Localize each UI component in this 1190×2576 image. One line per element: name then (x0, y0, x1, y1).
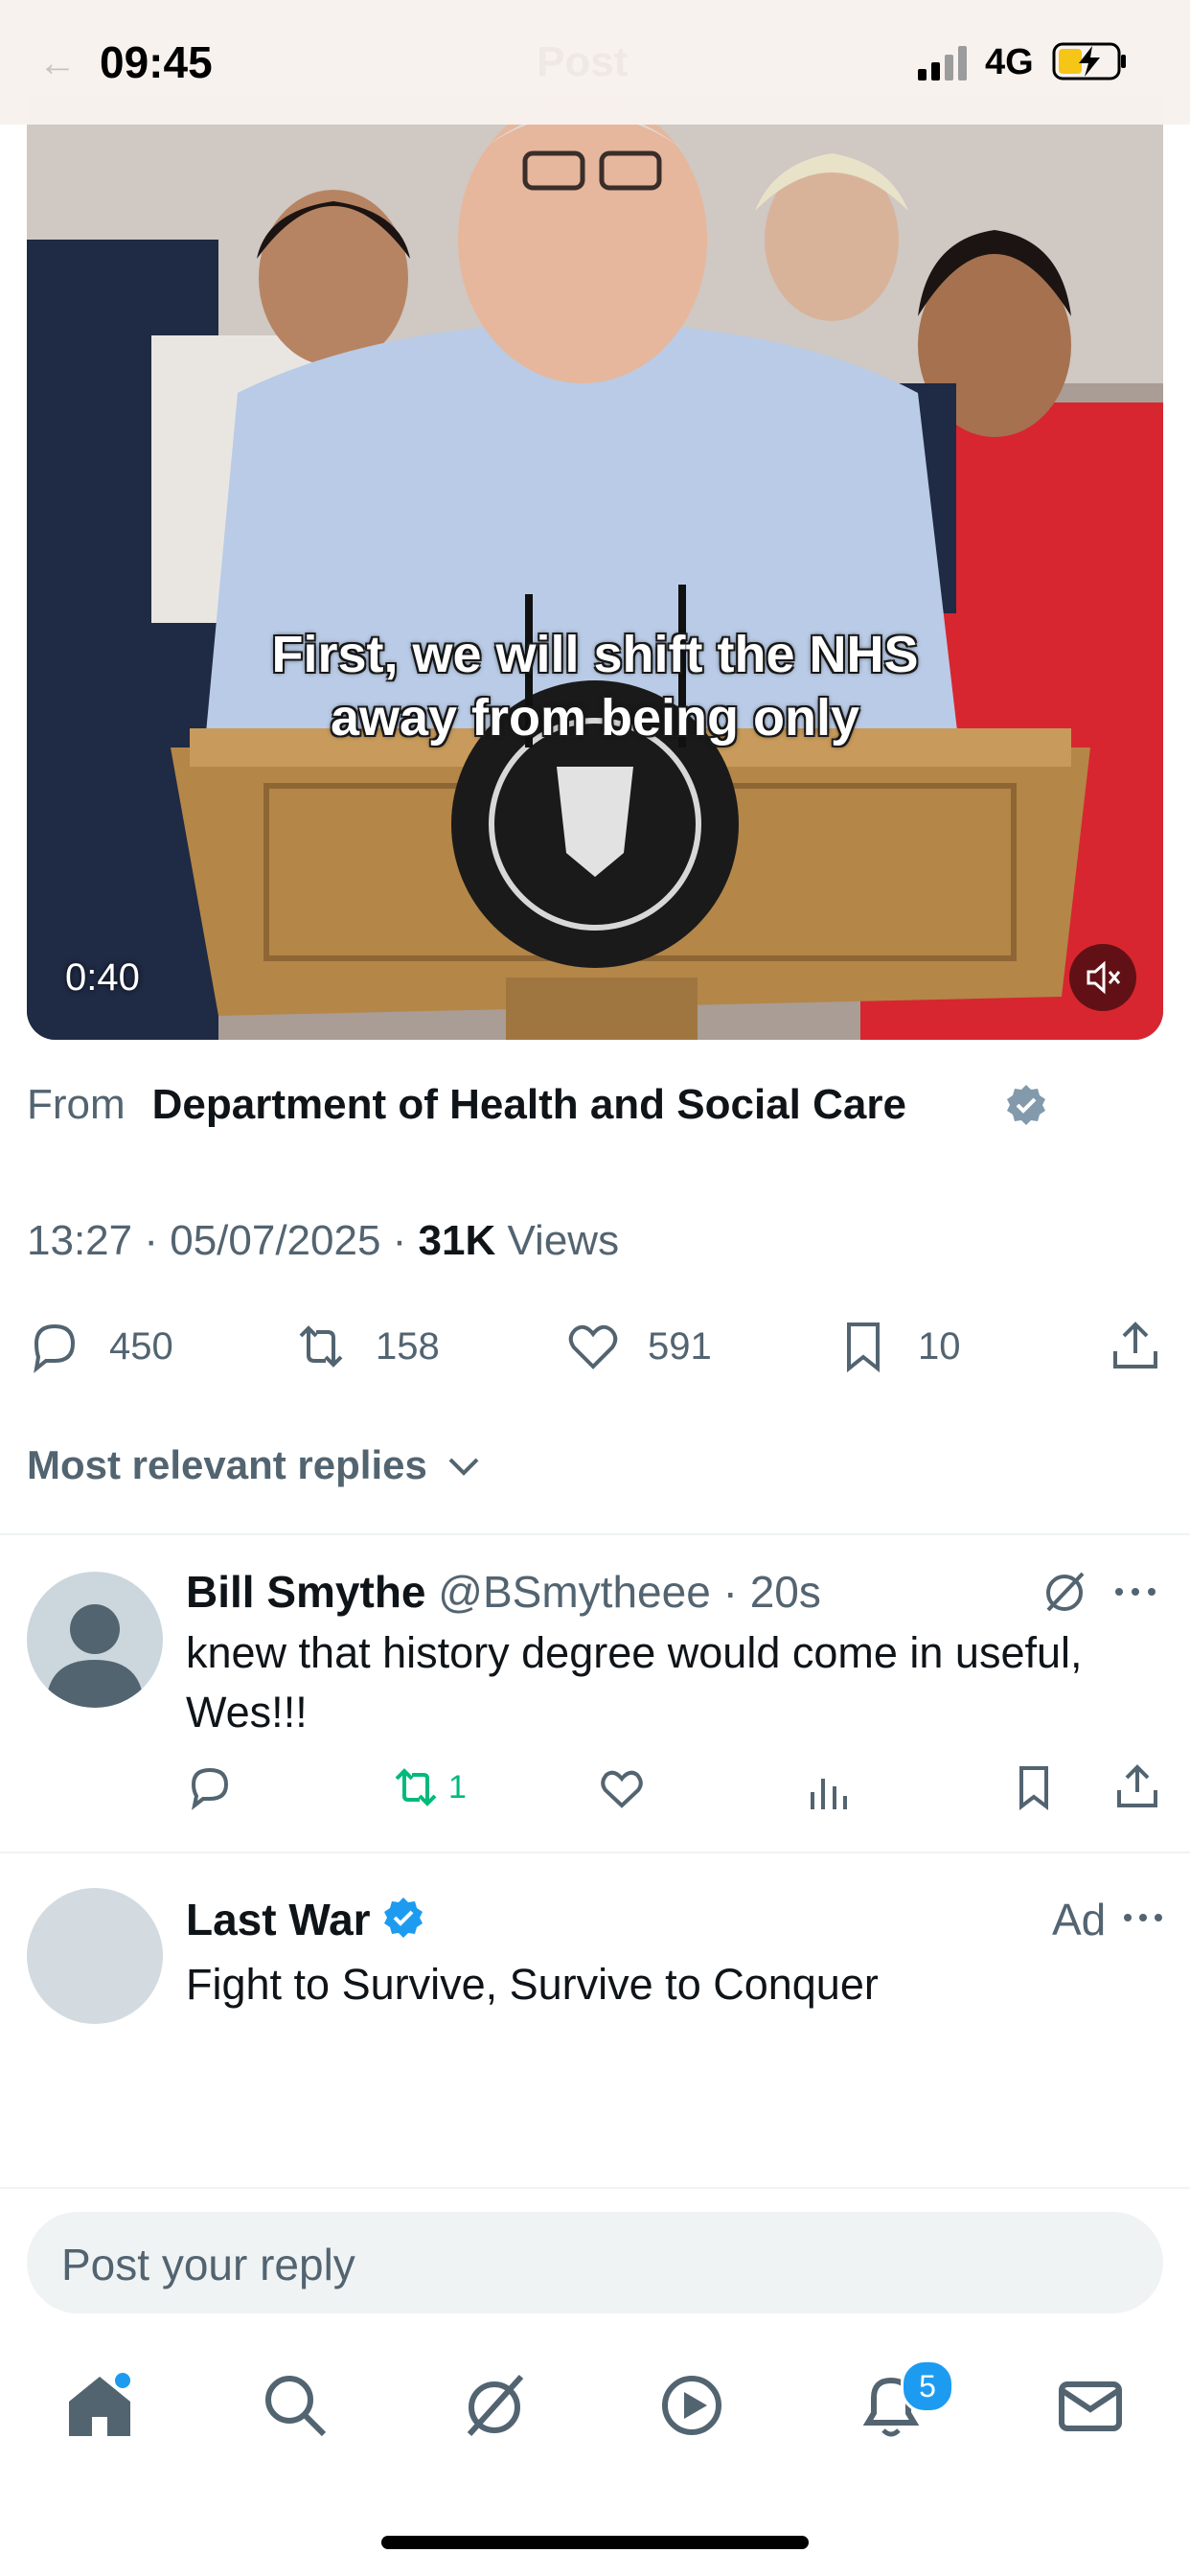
bottom-tab-bar (0, 2338, 1190, 2472)
replies-sort-dropdown[interactable]: Most relevant replies (27, 1442, 481, 1488)
share-button[interactable] (1108, 1313, 1163, 1380)
bookmark-icon[interactable] (1012, 1763, 1056, 1811)
like-icon[interactable] (598, 1765, 646, 1811)
avatar[interactable] (27, 1572, 163, 1708)
reply-author-handle[interactable]: @BSmytheee (438, 1567, 711, 1617)
caption-line-2: away from being only (330, 689, 860, 747)
mail-icon[interactable] (1052, 2367, 1129, 2444)
views-label: Views (507, 1217, 620, 1264)
repost-icon (395, 1768, 437, 1806)
ad-header: Last War (186, 1894, 371, 1945)
reply-composer[interactable]: Post your reply (27, 2212, 1163, 2313)
grok-icon[interactable] (456, 2367, 533, 2444)
signal-icon (918, 46, 967, 80)
chevron-down-icon (448, 1458, 478, 1476)
home-indicator (381, 2536, 809, 2549)
video-duration: 0:40 (65, 956, 140, 999)
post-actions: 450 158 591 10 (0, 1313, 1190, 1380)
more-icon[interactable] (1121, 1903, 1165, 1932)
like-count: 591 (648, 1324, 712, 1368)
post-metadata: 13:27 · 05/07/2025 · 31K Views (27, 1217, 620, 1264)
reply-author-name[interactable]: Bill Smythe (186, 1567, 426, 1617)
default-avatar-icon (46, 1604, 144, 1708)
divider (0, 1852, 1190, 1853)
reply-repost-count: 1 (448, 1768, 467, 1806)
replies-sort-label: Most relevant replies (27, 1442, 427, 1487)
video-caption: First, we will shift the NHS away from b… (27, 623, 1163, 749)
reply-text: knew that history degree would come in u… (186, 1623, 1083, 1742)
notifications-badge: 5 (901, 2359, 954, 2413)
reply-header: Bill Smythe @BSmytheee · 20s (186, 1567, 821, 1617)
reply-age: 20s (749, 1567, 821, 1617)
video-player[interactable]: First, we will shift the NHS away from b… (27, 96, 1163, 1040)
bookmark-count: 10 (918, 1324, 961, 1368)
back-arrow-icon[interactable]: ← (38, 42, 77, 85)
post-time: 13:27 (27, 1217, 133, 1264)
verified-badge-icon (1007, 1085, 1045, 1125)
home-icon[interactable] (61, 2367, 138, 2444)
status-bar: ← Post 09:45 4G (0, 0, 1190, 125)
reply-text-line-2: Wes!!! (186, 1688, 308, 1736)
reply-button[interactable]: 450 (27, 1313, 173, 1380)
reply-repost-button[interactable]: 1 (391, 1763, 467, 1811)
analytics-icon[interactable] (807, 1765, 851, 1811)
divider (0, 1533, 1190, 1535)
status-time: 09:45 (100, 37, 213, 87)
from-label: From (27, 1081, 126, 1128)
reply-icon[interactable] (186, 1763, 234, 1811)
battery-charging-icon (1052, 42, 1126, 80)
mute-icon (1087, 960, 1121, 995)
ad-text: Fight to Survive, Survive to Conquer (186, 1960, 879, 2009)
mute-button[interactable] (1069, 944, 1136, 1011)
source-attribution[interactable]: From Department of Health and Social Care (27, 1081, 906, 1129)
reply-text-line-1: knew that history degree would come in u… (186, 1628, 1083, 1677)
video-frame (27, 96, 1163, 1040)
verified-badge-icon (384, 1898, 423, 1938)
play-icon[interactable] (653, 2367, 730, 2444)
bookmark-button[interactable]: 10 (835, 1313, 961, 1380)
like-button[interactable]: 591 (565, 1313, 712, 1380)
ad-label: Ad (1052, 1895, 1107, 1944)
like-icon (568, 1324, 618, 1369)
advertiser-avatar[interactable] (27, 1888, 163, 2024)
network-type: 4G (985, 42, 1034, 82)
repost-button[interactable]: 158 (293, 1313, 440, 1380)
advertiser-name[interactable]: Last War (186, 1895, 371, 1944)
divider (0, 2187, 1190, 2189)
repost-icon (299, 1325, 343, 1368)
source-name[interactable]: Department of Health and Social Care (152, 1081, 906, 1128)
bookmark-icon (847, 1322, 880, 1373)
more-icon[interactable] (1111, 1577, 1159, 1606)
repost-count: 158 (376, 1324, 440, 1368)
share-icon[interactable] (1113, 1761, 1161, 1811)
grok-icon[interactable] (1041, 1568, 1088, 1616)
reply-placeholder: Post your reply (61, 2240, 355, 2289)
search-icon[interactable] (257, 2367, 333, 2444)
caption-line-1: First, we will shift the NHS (271, 626, 919, 683)
share-icon (1113, 1322, 1157, 1368)
views-count: 31K (418, 1217, 496, 1264)
reply-icon (34, 1323, 76, 1373)
reply-count: 450 (109, 1324, 173, 1368)
post-date: 05/07/2025 (170, 1217, 381, 1264)
page-title: Post (537, 38, 629, 85)
